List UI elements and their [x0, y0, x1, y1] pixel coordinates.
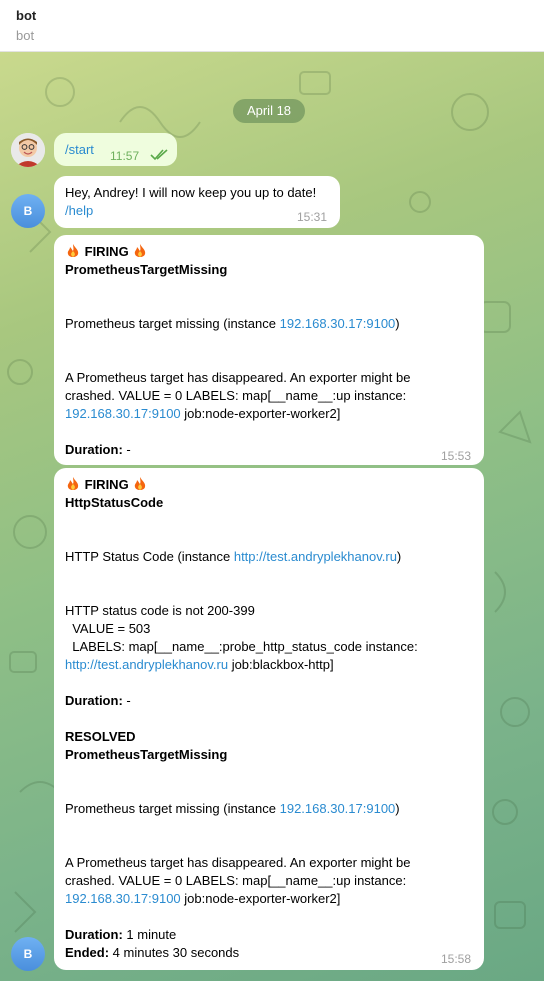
alert-description-line: crashed. VALUE = 0 LABELS: map[__name__:… [65, 388, 407, 403]
job-label: job:node-exporter-worker2] [180, 406, 341, 421]
duration-label: Duration: [65, 927, 123, 942]
chat-area[interactable]: April 18 /start 11:57 B Hey, Andrey! I w… [0, 52, 544, 981]
start-command-link[interactable]: /start [65, 141, 94, 159]
greeting-text: Hey, Andrey! I will now keep you up to d… [65, 185, 317, 200]
fire-icon [135, 477, 146, 490]
instance-link[interactable]: http://test.andryplekhanov.ru [65, 657, 228, 672]
resolved-description-line: crashed. VALUE = 0 LABELS: map[__name__:… [65, 873, 407, 888]
date-chip: April 18 [233, 99, 305, 123]
instance-link[interactable]: 192.168.30.17:9100 [280, 316, 396, 331]
alert-name: PrometheusTargetMissing [65, 262, 228, 277]
resolved-alert-name: PrometheusTargetMissing [65, 747, 228, 762]
alert-duration: Duration: - [65, 692, 131, 710]
alert-summary-text: Prometheus target missing (instance [65, 316, 280, 331]
alert-description-line: LABELS: map[__name__:probe_http_status_c… [65, 639, 418, 654]
alert-message-firing-target-missing[interactable]: FIRING PrometheusTargetMissing Prometheu… [54, 235, 484, 465]
alert-summary-text: HTTP Status Code (instance [65, 549, 234, 564]
bot-avatar[interactable]: B [11, 937, 45, 971]
duration-label: Duration: [65, 693, 123, 708]
alert-description-line: VALUE = 503 [65, 621, 151, 636]
alert-description-line: 192.168.30.17:9100 job:node-exporter-wor… [65, 405, 340, 423]
bot-avatar[interactable]: B [11, 194, 45, 228]
alert-description-line: HTTP status code is not 200-399 [65, 603, 255, 618]
fire-icon [67, 477, 79, 490]
job-label: job:node-exporter-worker2] [180, 891, 341, 906]
message-time: 15:53 [441, 449, 472, 463]
duration-value: - [122, 693, 131, 708]
resolved-status: RESOLVED [65, 729, 136, 744]
resolved-description-line: A Prometheus target has disappeared. An … [65, 855, 411, 870]
alert-message-http-and-resolved[interactable]: FIRING HttpStatusCode HTTP Status Code (… [54, 468, 484, 970]
alert-status-line: FIRING [65, 243, 148, 261]
ended-label: Ended: [65, 945, 110, 960]
help-command-link[interactable]: /help [65, 202, 93, 220]
alert-summary-suffix: ) [396, 549, 402, 564]
resolved-summary-suffix: ) [395, 801, 400, 816]
duration-label: Duration: [65, 442, 123, 457]
user-avatar[interactable] [11, 133, 45, 167]
fire-icon [67, 244, 79, 257]
alert-description-line: A Prometheus target has disappeared. An … [65, 370, 411, 385]
job-label: job:blackbox-http] [228, 657, 334, 672]
resolved-duration: Duration: 1 minute [65, 926, 176, 944]
resolved-summary-text: Prometheus target missing (instance [65, 801, 280, 816]
double-check-icon [150, 149, 168, 161]
resolved-ended: Ended: 4 minutes 30 seconds [65, 944, 239, 962]
alert-status: FIRING [84, 477, 129, 492]
message-time: 15:58 [441, 952, 472, 966]
message-time: 11:57 [110, 149, 140, 163]
chat-subtitle: bot [16, 28, 35, 43]
message-bubble-greeting[interactable]: Hey, Andrey! I will now keep you up to d… [54, 176, 340, 228]
duration-value: 1 minute [122, 927, 177, 942]
duration-value: - [122, 442, 131, 457]
chat-header[interactable]: bot bot [0, 0, 544, 52]
message-time: 15:31 [297, 210, 328, 224]
instance-link[interactable]: http://test.andryplekhanov.ru [234, 549, 397, 564]
message-bubble-start[interactable]: /start 11:57 [54, 133, 177, 166]
resolved-description-line: 192.168.30.17:9100 job:node-exporter-wor… [65, 890, 340, 908]
alert-status-line: FIRING [65, 476, 148, 494]
alert-status: FIRING [84, 244, 129, 259]
instance-link[interactable]: 192.168.30.17:9100 [280, 801, 396, 816]
resolved-summary: Prometheus target missing (instance 192.… [65, 800, 400, 818]
ended-value: 4 minutes 30 seconds [109, 945, 240, 960]
alert-duration: Duration: - [65, 441, 131, 459]
instance-link[interactable]: 192.168.30.17:9100 [65, 406, 181, 421]
alert-name: HttpStatusCode [65, 495, 164, 510]
alert-summary: Prometheus target missing (instance 192.… [65, 315, 400, 333]
user-avatar-image [11, 133, 45, 167]
fire-icon [135, 244, 146, 257]
alert-summary: HTTP Status Code (instance http://test.a… [65, 548, 401, 566]
alert-description-line: http://test.andryplekhanov.ru job:blackb… [65, 656, 334, 674]
chat-title: bot [16, 8, 37, 23]
alert-summary-suffix: ) [395, 316, 400, 331]
instance-link[interactable]: 192.168.30.17:9100 [65, 891, 181, 906]
